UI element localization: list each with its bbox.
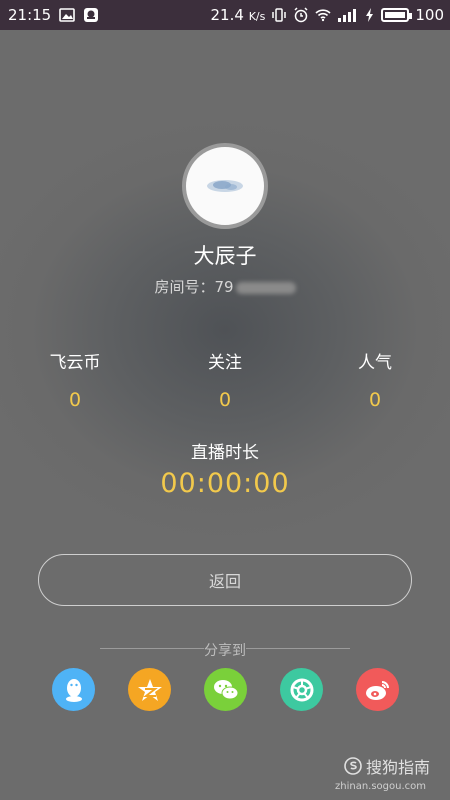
share-label: 分享到 — [204, 643, 246, 659]
streamer-name: 大辰子 — [193, 244, 257, 268]
stat-value: 0 — [218, 389, 232, 411]
stat-coins: 飞云币 0 — [0, 348, 150, 411]
battery-level: 100 — [415, 6, 444, 24]
app-notification-icon — [84, 8, 99, 22]
watermark-url: zhinan.sogou.com — [334, 781, 426, 792]
charging-icon — [366, 8, 374, 22]
room-number: 房间号：79 — [0, 276, 450, 297]
sogou-logo-icon — [344, 757, 362, 775]
duration-value: 00:00:00 — [160, 468, 290, 499]
room-label: 房间号： — [154, 278, 215, 296]
status-time: 21:15 — [8, 6, 52, 24]
stat-follow: 关注 0 — [150, 348, 300, 411]
battery-icon — [381, 8, 413, 22]
back-button[interactable]: 返回 — [38, 554, 412, 606]
stat-value: 0 — [368, 389, 382, 411]
wechat-icon[interactable] — [204, 668, 247, 711]
avatar — [182, 143, 268, 229]
stat-value: 0 — [68, 389, 82, 411]
stat-label: 飞云币 — [49, 353, 101, 373]
alarm-icon — [294, 7, 308, 23]
stat-popularity: 人气 0 — [300, 348, 450, 411]
wifi-icon — [315, 9, 331, 22]
watermark: 搜狗指南 — [344, 754, 430, 778]
duration-label: 直播时长 — [191, 443, 259, 463]
qq-icon[interactable] — [52, 668, 95, 711]
moments-icon[interactable] — [280, 668, 323, 711]
stat-label: 人气 — [358, 353, 392, 373]
net-speed: 21.4 K/s — [210, 6, 266, 24]
room-number-value: 79 — [214, 278, 234, 296]
weibo-icon[interactable] — [356, 668, 399, 711]
status-bar: 21:15 21.4 K/s 100 — [0, 0, 450, 30]
stat-label: 关注 — [208, 353, 242, 373]
watermark-brand: 搜狗指南 — [365, 758, 430, 777]
qzone-icon[interactable] — [128, 668, 171, 711]
avatar-image — [207, 180, 243, 192]
signal-icon — [338, 9, 357, 22]
vibrate-icon — [272, 8, 287, 22]
picture-notification-icon — [59, 8, 76, 22]
room-number-redacted — [235, 281, 296, 294]
